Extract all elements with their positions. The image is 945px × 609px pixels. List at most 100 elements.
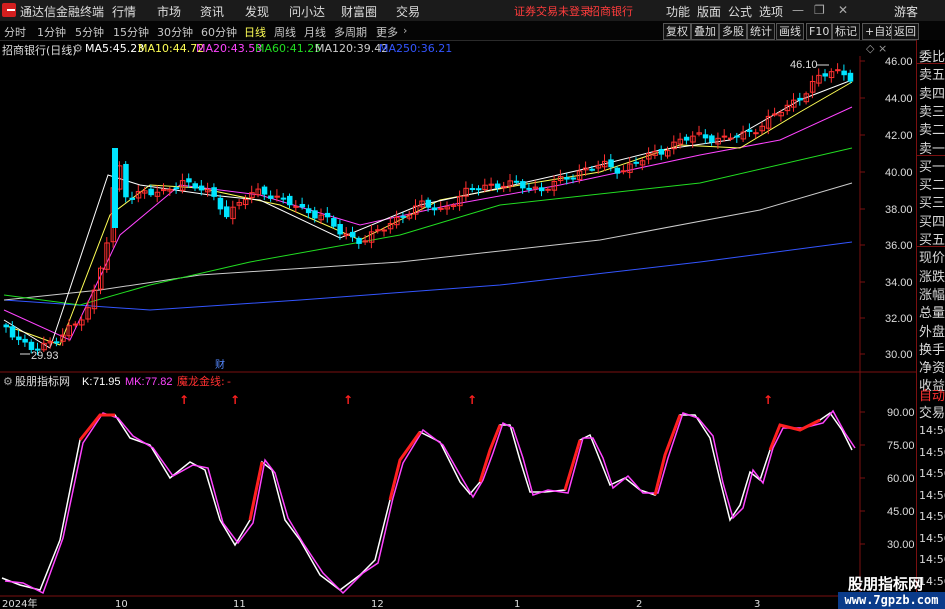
candle-body: [331, 218, 337, 227]
candle-body: [28, 341, 35, 350]
candle-body: [280, 197, 287, 200]
k-line: [1, 411, 853, 591]
candle-body: [469, 188, 476, 191]
candle-body: [438, 207, 444, 210]
side-item[interactable]: 买二: [919, 174, 945, 193]
side-item[interactable]: 卖三: [919, 101, 945, 120]
signal-segment: [78, 413, 115, 441]
price-axis-label: 40.00: [885, 167, 913, 179]
indicator-axis-label: 30.00: [887, 539, 915, 551]
side-item[interactable]: 卖二: [919, 119, 945, 138]
side-time: 14:56: [919, 424, 945, 437]
watermark-url: www.7gpzb.com: [838, 592, 945, 609]
side-time: 14:56: [919, 445, 945, 459]
date-label-feb: 2: [636, 599, 642, 609]
indicator-axis-label: 45.00: [887, 506, 915, 518]
high-price-label: 46.10: [790, 59, 818, 71]
candle-body: [148, 188, 154, 196]
candle-body: [112, 148, 118, 228]
candle-body: [526, 187, 532, 190]
side-item[interactable]: 换手: [919, 339, 945, 358]
ma-line: [3, 147, 853, 306]
side-time: 14:56: [919, 467, 945, 480]
candle-body: [746, 129, 753, 132]
indicator-settings-icon[interactable]: ⚙: [3, 375, 13, 388]
price-axis-label: 46.00: [885, 56, 913, 68]
side-item[interactable]: 卖五: [919, 64, 945, 83]
candle-body: [274, 195, 280, 198]
candle-body: [734, 135, 740, 138]
candle-body: [287, 195, 293, 206]
price-axis: 46.00 44.00 42.00 40.00 38.00 36.00 34.00 32.00…: [860, 56, 913, 361]
candle-body: [224, 206, 230, 218]
candle-body: [72, 323, 79, 326]
side-item[interactable]: 总量: [919, 302, 945, 321]
signal-value: -: [227, 375, 231, 388]
candle-body: [425, 199, 432, 208]
indicator-header: ⚙ 股朋指标网 K: 71.95 MK: 77.82 魔龙金线: -: [3, 374, 231, 388]
candle-body: [728, 137, 734, 140]
indicator-lines: [1, 409, 856, 595]
candle-body: [520, 181, 526, 189]
side-mode-trade[interactable]: 交易: [919, 402, 945, 421]
candle-body: [305, 208, 312, 214]
candle-body: [217, 197, 224, 210]
watermark-title: 股朋指标网: [848, 575, 924, 593]
side-item[interactable]: 买一: [919, 156, 945, 175]
side-item[interactable]: 现价: [919, 247, 945, 266]
candle-body: [822, 73, 828, 77]
side-item[interactable]: 卖四: [919, 83, 945, 102]
price-annotations: 46.10 29.93 财: [20, 59, 829, 371]
candle-body: [633, 161, 639, 164]
candle-body: [211, 187, 217, 197]
event-marker[interactable]: 财: [215, 358, 225, 371]
kline-chart[interactable]: 46.00 44.00 42.00 40.00 38.00 36.00 34.00 32.00…: [0, 0, 916, 609]
date-label-nov: 11: [233, 599, 246, 609]
candle-body: [53, 341, 60, 344]
side-item[interactable]: 买四: [919, 211, 945, 230]
candle-body: [312, 210, 318, 219]
indicator-axis-label: 75.00: [887, 440, 915, 452]
candle-body: [123, 163, 129, 198]
side-time: 14:56: [919, 531, 945, 545]
side-item[interactable]: 涨跌: [919, 266, 945, 285]
candle-body: [299, 203, 306, 208]
candle-body: [293, 205, 299, 208]
ma-line: [3, 79, 853, 349]
candle-body: [589, 168, 595, 171]
price-axis-label: 36.00: [885, 240, 913, 252]
indicator-axis-label: 60.00: [887, 473, 915, 485]
candle-body: [192, 183, 198, 189]
side-item[interactable]: 净资: [919, 357, 945, 376]
candlesticks: [3, 63, 854, 356]
ma-line: [3, 106, 853, 341]
candle-body: [350, 231, 356, 238]
candle-body: [337, 223, 343, 235]
candle-body: [400, 215, 406, 218]
k-value: 71.95: [93, 376, 121, 388]
candle-body: [702, 134, 709, 139]
candle-body: [513, 180, 520, 183]
price-axis-label: 32.00: [885, 313, 913, 325]
candle-body: [268, 195, 274, 199]
side-item[interactable]: 买三: [919, 192, 945, 211]
candle-body: [198, 185, 205, 191]
side-item[interactable]: 外盘: [919, 321, 945, 340]
buy-arrow-icon: ↑: [179, 393, 189, 407]
price-axis-label: 30.00: [885, 349, 913, 361]
candle-body: [22, 338, 28, 343]
signal-segment: [563, 439, 582, 491]
mk-label: MK:: [125, 376, 145, 388]
candle-body: [841, 70, 847, 76]
low-price-label: 29.93: [31, 350, 59, 362]
date-axis: 2024年 10 11 12 1 2 3: [2, 597, 760, 609]
candle-body: [658, 149, 665, 155]
side-time: 14:56: [919, 510, 945, 523]
ma-line: [3, 81, 853, 346]
candle-body: [753, 132, 759, 135]
candle-body: [356, 237, 362, 244]
signal-segment: [478, 424, 502, 483]
date-label-2024: 2024年: [2, 597, 37, 609]
candle-body: [847, 72, 854, 82]
side-item[interactable]: 涨幅: [919, 284, 945, 303]
